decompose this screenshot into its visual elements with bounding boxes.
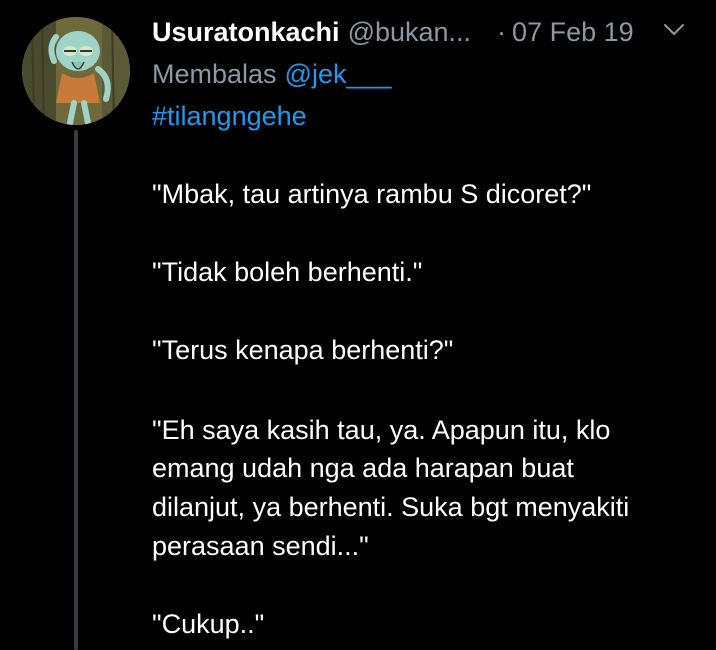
thread-line	[74, 130, 78, 650]
reply-mention-link[interactable]: @jek___	[285, 59, 392, 90]
tweet-text-line: "Tidak boleh berhenti."	[152, 257, 423, 287]
reply-prefix: Membalas	[152, 58, 277, 89]
avatar-image	[22, 17, 130, 125]
user-handle[interactable]: @bukan...	[348, 17, 471, 48]
hashtag-link[interactable]: #tilangngehe	[152, 98, 307, 134]
tweet: Usuratonkachi @bukan... · 07 Feb 19 Memb…	[0, 0, 716, 650]
reply-context: Membalas @jek___	[152, 56, 392, 92]
tweet-text-line: "Mbak, tau artinya rambu S dicoret?"	[152, 179, 592, 209]
tweet-text-line: perasaan sendi..."	[152, 531, 369, 561]
tweet-text-line: "Terus kenapa berhenti?"	[152, 335, 454, 365]
tweet-header: Usuratonkachi @bukan... · 07 Feb 19	[152, 12, 700, 52]
tweet-text-line: emang udah nga ada harapan buat	[152, 453, 574, 483]
chevron-down-icon[interactable]	[663, 22, 685, 38]
separator-dot: ·	[497, 16, 507, 47]
tweet-text-line: "Eh saya kasih tau, ya. Apapun itu, klo	[152, 415, 611, 445]
tweet-text-line: dilanjut, ya berhenti. Suka bgt menyakit…	[152, 492, 630, 522]
tweet-text-line: "Cukup.."	[152, 609, 265, 639]
avatar[interactable]	[22, 17, 130, 125]
display-name[interactable]: Usuratonkachi	[152, 17, 340, 48]
tweet-date[interactable]: 07 Feb 19	[512, 17, 634, 48]
